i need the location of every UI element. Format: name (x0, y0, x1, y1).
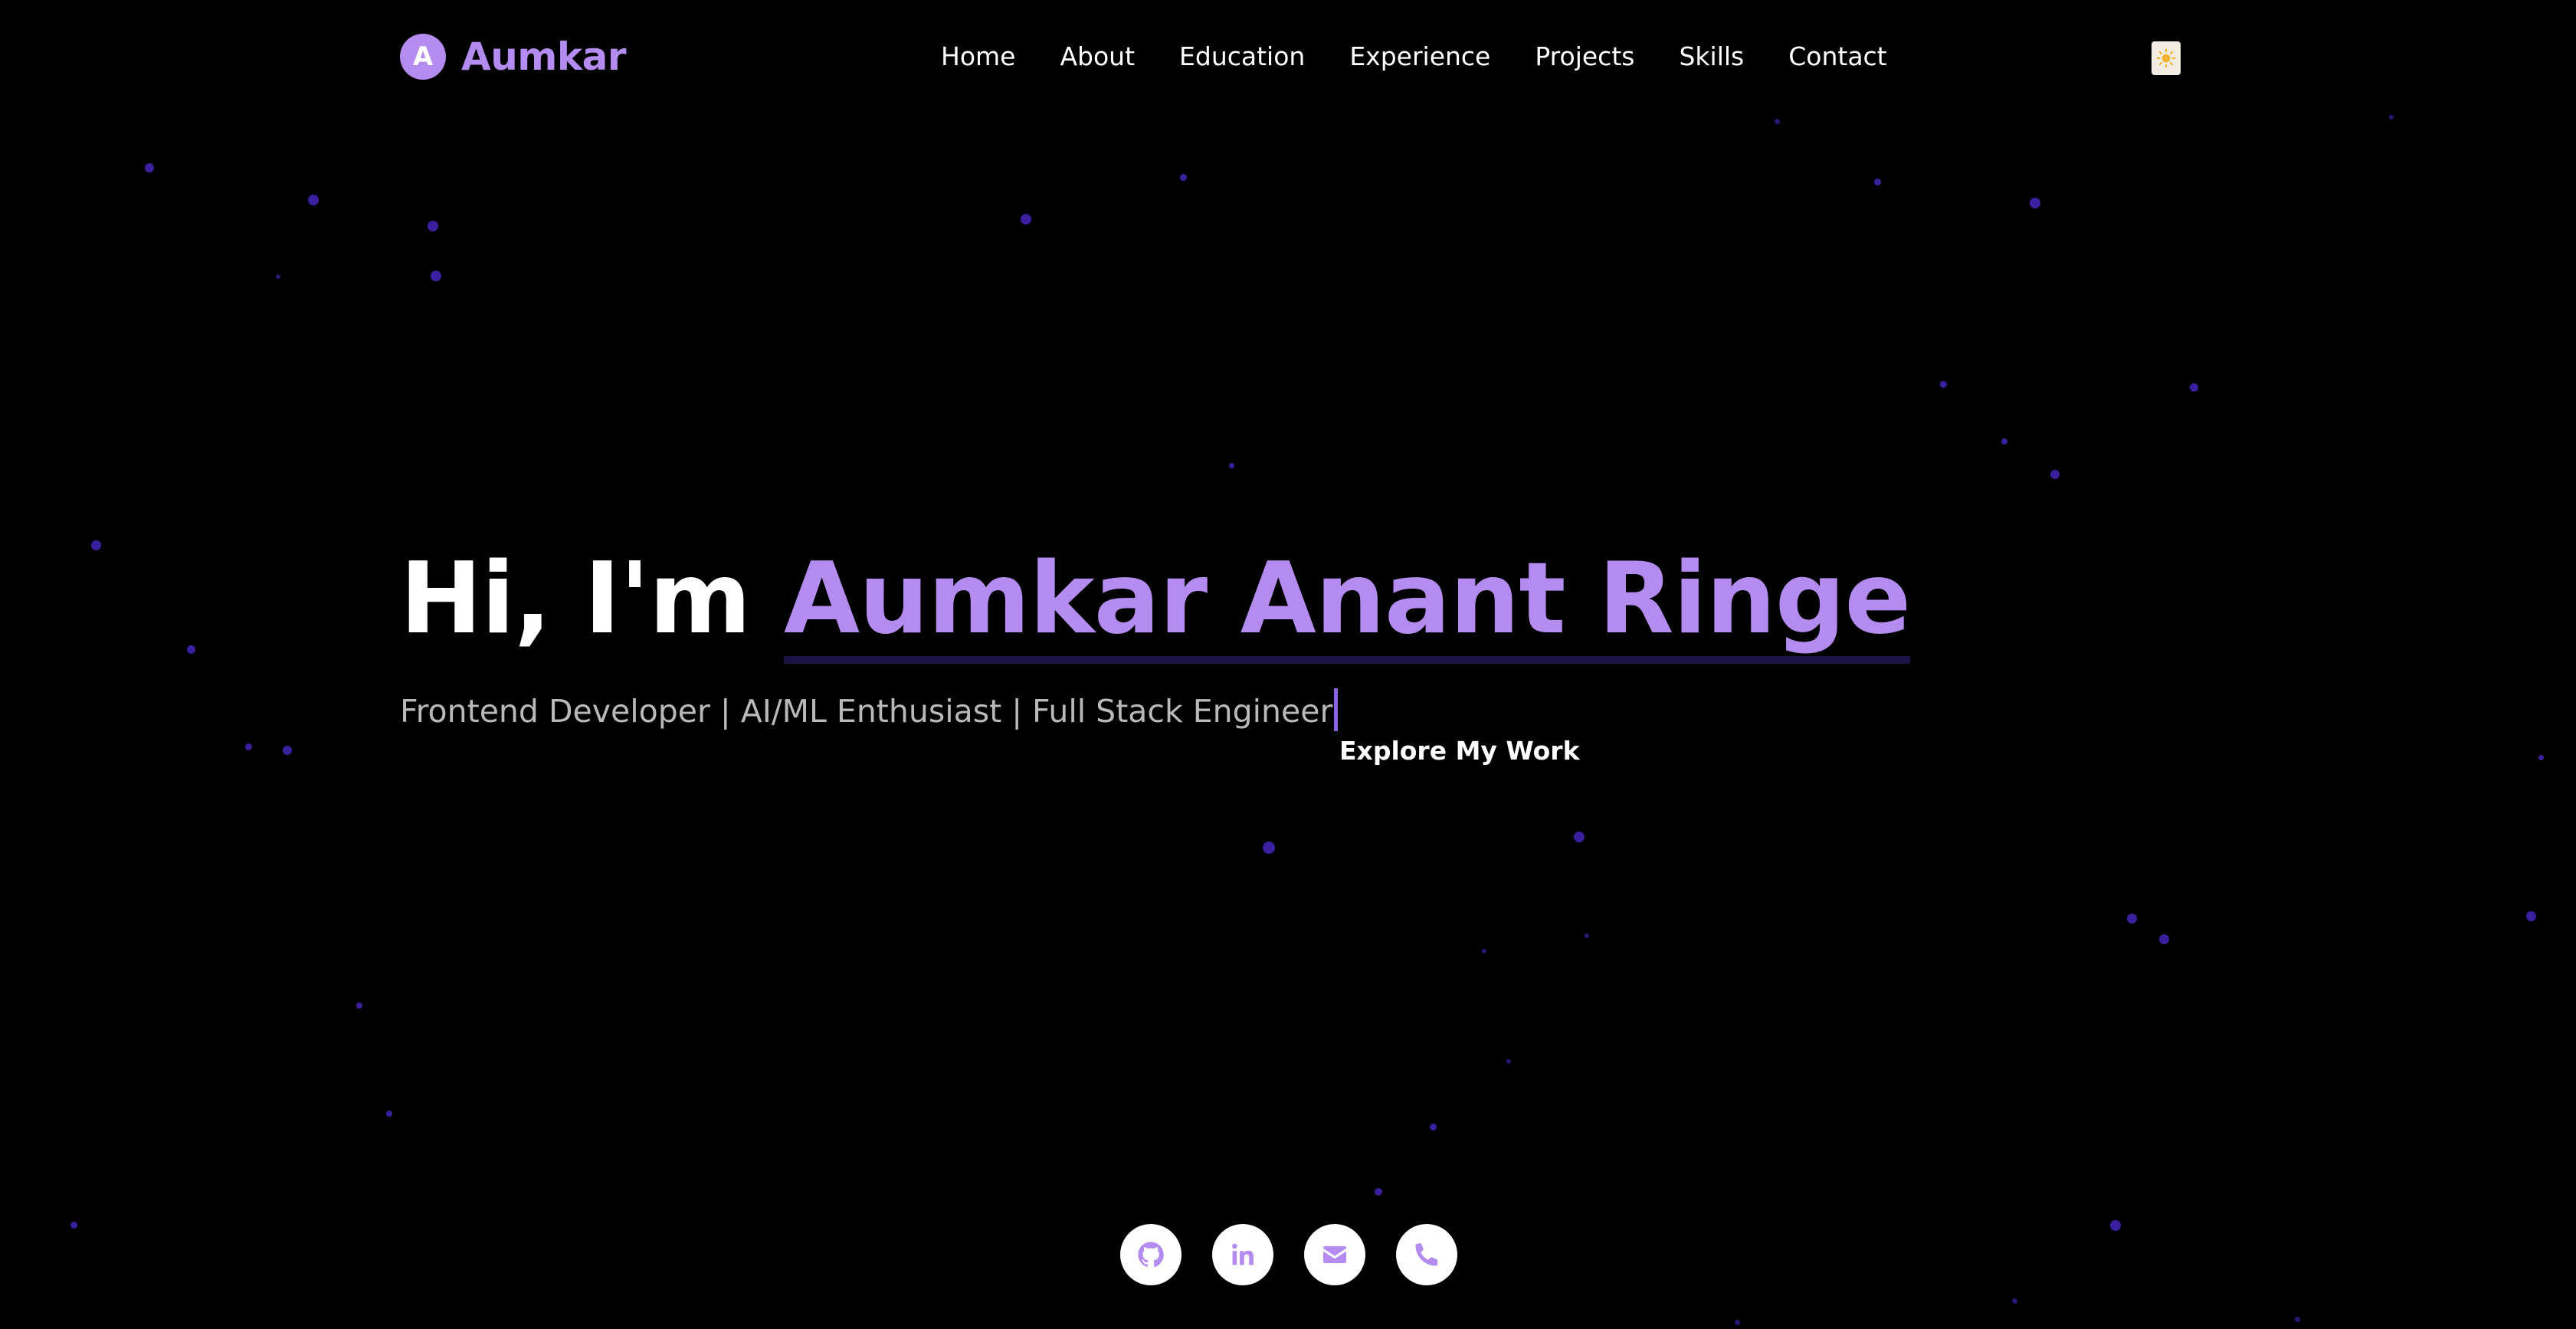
particle-dot (1229, 463, 1234, 468)
particle-dot (2526, 911, 2536, 921)
particle-dot (2030, 198, 2040, 208)
explore-work-button[interactable]: Explore My Work (1339, 734, 1580, 768)
particle-dot (1180, 174, 1187, 181)
particle-dot (2190, 383, 2198, 392)
particle-dot (283, 746, 292, 755)
linkedin-link-button[interactable] (1212, 1224, 1273, 1285)
particle-dot (2159, 934, 2169, 944)
phone-link-button[interactable] (1396, 1224, 1457, 1285)
particle-dot (356, 1002, 362, 1009)
nav-link-experience[interactable]: Experience (1349, 40, 1490, 74)
particle-dot (1430, 1124, 1437, 1130)
brand-logo[interactable]: A Aumkar (400, 34, 627, 80)
particle-dot (2050, 470, 2060, 479)
particle-dot (145, 163, 154, 172)
email-icon (1322, 1245, 1347, 1264)
particle-dot (1874, 179, 1881, 185)
particle-dot (2012, 1298, 2017, 1304)
hero-name: Aumkar Anant Ringe (783, 542, 1911, 664)
theme-toggle-button[interactable] (2152, 41, 2181, 75)
hero-title: Hi, I'm Aumkar Anant Ringe (400, 542, 1911, 664)
nav-link-contact[interactable]: Contact (1788, 40, 1886, 74)
hero-subtitle: Frontend Developer | AI/ML Enthusiast | … (400, 688, 1339, 731)
nav-link-education[interactable]: Education (1179, 40, 1305, 74)
typing-cursor (1334, 688, 1339, 731)
particle-dot (2110, 1220, 2121, 1231)
particle-dot (70, 1222, 77, 1229)
particle-dot (1775, 119, 1780, 124)
phone-icon (1415, 1242, 1438, 1266)
nav-link-skills[interactable]: Skills (1679, 40, 1744, 74)
particle-dot (245, 743, 252, 750)
nav-link-about[interactable]: About (1060, 40, 1135, 74)
github-link-button[interactable] (1120, 1224, 1181, 1285)
particle-dot (2295, 1317, 2300, 1322)
particle-dot (1574, 832, 1585, 842)
particle-background (0, 0, 2576, 1329)
nav-link-projects[interactable]: Projects (1535, 40, 1634, 74)
particle-dot (2001, 438, 2007, 445)
hero-subtitle-text: Frontend Developer | AI/ML Enthusiast | … (400, 693, 1333, 730)
hero-greeting: Hi, I'm (400, 542, 784, 656)
particle-dot (1506, 1059, 1511, 1064)
sun-icon (2156, 48, 2176, 68)
navbar: A Aumkar Home About Education Experience… (0, 0, 2576, 115)
email-link-button[interactable] (1304, 1224, 1365, 1285)
particle-dot (276, 274, 280, 279)
social-links (1120, 1224, 1457, 1285)
nav-link-home[interactable]: Home (941, 40, 1015, 74)
github-icon (1138, 1242, 1164, 1268)
linkedin-icon (1232, 1243, 1254, 1265)
particle-dot (91, 540, 101, 550)
particle-dot (431, 271, 441, 281)
particle-dot (2389, 115, 2394, 120)
brand-badge-icon: A (400, 34, 446, 80)
portfolio-page: A Aumkar Home About Education Experience… (0, 0, 2576, 1329)
particle-dot (1021, 214, 1031, 225)
particle-dot (1263, 842, 1275, 854)
particle-dot (2127, 914, 2137, 924)
particle-dot (1482, 949, 1486, 953)
particle-dot (2538, 755, 2544, 760)
particle-dot (1585, 934, 1589, 938)
particle-dot (386, 1111, 392, 1117)
particle-dot (1735, 1320, 1740, 1325)
particle-dot (1375, 1188, 1382, 1196)
particle-dot (428, 221, 438, 231)
particle-dot (1940, 381, 1947, 388)
nav-menu: Home About Education Experience Projects… (941, 40, 1887, 74)
particle-dot (308, 195, 319, 205)
particle-dot (187, 645, 195, 654)
brand-name: Aumkar (461, 34, 627, 79)
